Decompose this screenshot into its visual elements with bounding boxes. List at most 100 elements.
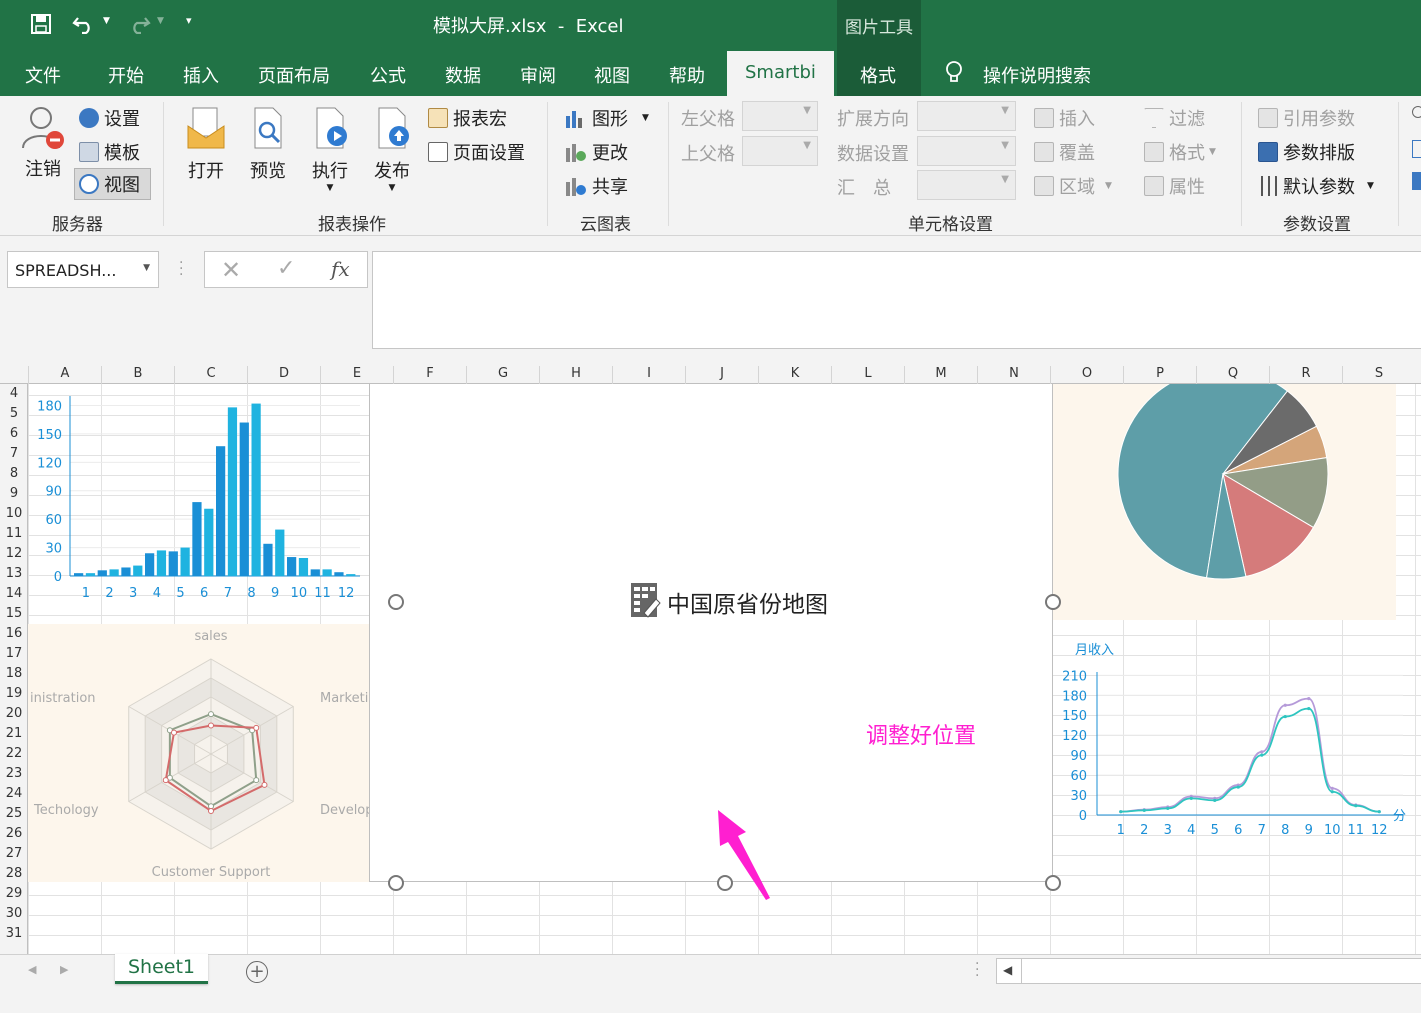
row-header-6[interactable]: 6 [0,426,28,441]
tab-help[interactable]: 帮助 [669,62,705,88]
column-header-C[interactable]: C [174,366,247,384]
column-header-H[interactable]: H [539,366,612,384]
column-header-R[interactable]: R [1269,366,1342,384]
row-header-31[interactable]: 31 [0,926,28,941]
row-header-20[interactable]: 20 [0,706,28,721]
tab-data[interactable]: 数据 [445,62,481,88]
row-header-14[interactable]: 14 [0,586,28,601]
row-header-19[interactable]: 19 [0,686,28,701]
row-header-5[interactable]: 5 [0,406,28,421]
line-chart[interactable]: 月收入03060901201501802101 2 3 4 5 6 7 8 9 10 11 12分 [1053,638,1421,842]
undo-icon[interactable] [72,14,98,34]
row-header-23[interactable]: 23 [0,766,28,781]
graph-button[interactable]: 图形 ▼ [564,105,649,131]
tab-format[interactable]: 格式 [860,62,896,88]
column-header-L[interactable]: L [831,366,904,384]
publish-dropdown-icon[interactable]: ▼ [368,183,416,193]
customize-qat-icon[interactable]: ▾ [186,14,192,27]
resize-handle[interactable] [1045,594,1061,610]
resize-handle[interactable] [717,875,733,891]
column-header-K[interactable]: K [758,366,831,384]
scrollbar-thumb[interactable] [1021,959,1421,983]
column-header-N[interactable]: N [977,366,1050,384]
row-header-10[interactable]: 10 [0,506,28,521]
row-header-13[interactable]: 13 [0,566,28,581]
save-icon[interactable] [30,13,52,35]
data-settings-select[interactable]: ▼ [917,136,1016,166]
settings-button[interactable]: 设置 [79,105,140,131]
page-setup-button[interactable]: 页面设置 [428,139,525,165]
row-header-29[interactable]: 29 [0,886,28,901]
row-header-16[interactable]: 16 [0,626,28,641]
row-header-22[interactable]: 22 [0,746,28,761]
row-header-18[interactable]: 18 [0,666,28,681]
change-button[interactable]: 更改 [564,139,628,165]
row-header-30[interactable]: 30 [0,906,28,921]
search-icon[interactable] [1412,106,1421,118]
view-button[interactable]: 视图 [74,168,151,200]
row-header-15[interactable]: 15 [0,606,28,621]
column-header-B[interactable]: B [101,366,174,384]
sheet-tab-sheet1[interactable]: Sheet1 [115,954,208,984]
add-sheet-icon[interactable]: + [246,961,268,983]
row-header-28[interactable]: 28 [0,866,28,881]
share-button[interactable]: 共享 [564,173,628,199]
publish-button[interactable]: 发布 ▼ [368,104,416,193]
area-button[interactable]: 区域 ▼ [1034,173,1112,199]
name-box[interactable]: SPREADSH... ▼ [7,251,159,288]
row-header-11[interactable]: 11 [0,526,28,541]
formula-input[interactable] [372,251,1421,349]
column-header-E[interactable]: E [320,366,393,384]
tab-view[interactable]: 视图 [594,62,630,88]
column-header-P[interactable]: P [1123,366,1196,384]
undo-dropdown-icon[interactable]: ▼ [103,16,110,26]
column-header-M[interactable]: M [904,366,977,384]
tab-review[interactable]: 审阅 [520,62,556,88]
pie-chart[interactable] [1053,384,1396,620]
row-header-21[interactable]: 21 [0,726,28,741]
preview-button[interactable]: 预览 [244,104,292,183]
filter-button[interactable]: 过滤 [1144,105,1205,131]
execute-button[interactable]: 执行 ▼ [306,104,354,193]
row-header-9[interactable]: 9 [0,486,28,501]
attribute-button[interactable]: 属性 [1144,173,1205,199]
tab-home[interactable]: 开始 [108,62,144,88]
column-header-I[interactable]: I [612,366,685,384]
graph-dropdown-icon[interactable]: ▼ [642,113,649,123]
split-grip-icon[interactable]: · · · [975,957,979,983]
logout-button[interactable]: 注销 [18,104,68,181]
bar-chart[interactable]: 0306090120150180123456789101112分 [28,384,393,609]
column-header-G[interactable]: G [466,366,539,384]
enter-icon[interactable]: ✓ [277,256,295,281]
tab-smartbi[interactable]: Smartbi [727,51,834,96]
overflow-icon-2[interactable] [1412,172,1421,190]
row-header-4[interactable]: 4 [0,386,28,401]
row-header-17[interactable]: 17 [0,646,28,661]
column-header-A[interactable]: A [28,366,101,384]
radar-chart[interactable]: salesMarketingDevelopmeCustomer SupportT… [28,624,393,882]
template-button[interactable]: 模板 [79,139,140,165]
default-params-dropdown-icon[interactable]: ▼ [1367,181,1374,191]
map-picture[interactable]: 中国原省份地图 调整好位置 [369,384,1053,900]
insert-cell-button[interactable]: 插入 [1034,105,1095,131]
summary-select[interactable]: ▼ [917,170,1016,200]
up-parent-select[interactable]: ▼ [742,136,818,166]
left-parent-select[interactable]: ▼ [742,101,818,131]
row-header-26[interactable]: 26 [0,826,28,841]
column-header-J[interactable]: J [685,366,758,384]
scroll-right-icon[interactable]: ▶ [60,963,68,976]
format-cell-button[interactable]: 格式 ▼ [1144,139,1216,165]
column-header-S[interactable]: S [1342,366,1415,384]
tell-me-search[interactable]: 操作说明搜索 [983,62,1091,88]
tab-page-layout[interactable]: 页面布局 [258,62,330,88]
scroll-left-arrow-icon[interactable]: ◀ [1003,963,1012,977]
row-header-25[interactable]: 25 [0,806,28,821]
column-header-Q[interactable]: Q [1196,366,1269,384]
cancel-icon[interactable]: ✕ [221,256,241,284]
resize-handle[interactable] [388,875,404,891]
worksheet-grid[interactable]: 0306090120150180123456789101112分 salesMa… [28,384,1421,954]
row-header-8[interactable]: 8 [0,466,28,481]
scroll-left-icon[interactable]: ◀ [28,963,36,976]
tab-formulas[interactable]: 公式 [370,62,406,88]
column-header-D[interactable]: D [247,366,320,384]
